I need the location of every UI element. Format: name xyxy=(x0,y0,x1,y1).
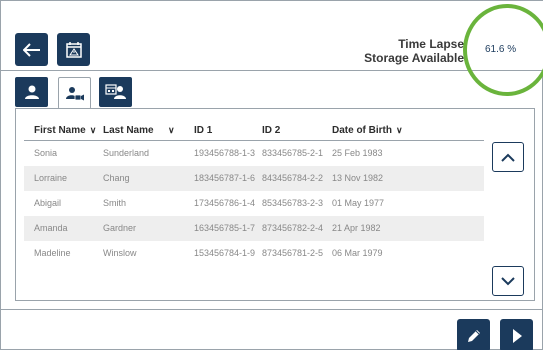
cell-id2: 833456785-2-1 xyxy=(262,148,324,158)
table-row[interactable]: Abigail Smith 173456786-1-4 853456783-2-… xyxy=(24,191,484,216)
app-window: Time Lapse Storage Available 61.6 % Firs… xyxy=(0,0,543,350)
column-header-label: ID 2 xyxy=(262,125,281,136)
cell-date-of-birth: 06 Mar 1979 xyxy=(332,248,383,258)
play-next-icon xyxy=(512,328,522,343)
cell-date-of-birth: 25 Feb 1983 xyxy=(332,148,383,158)
cell-date-of-birth: 13 Nov 1982 xyxy=(332,173,384,183)
tab-person[interactable] xyxy=(15,77,48,107)
header-bar: Time Lapse Storage Available 61.6 % xyxy=(1,1,543,96)
chevron-down-icon: ∨ xyxy=(168,125,175,135)
column-header-id1[interactable]: ID 1 xyxy=(194,125,212,136)
person-camera-icon xyxy=(65,86,84,100)
column-header-label: Date of Birth xyxy=(332,125,392,136)
tab-group-calendar[interactable] xyxy=(99,77,132,107)
scroll-up-button[interactable] xyxy=(492,142,524,172)
cell-first-name: Lorraine xyxy=(34,173,68,183)
edit-button[interactable] xyxy=(457,319,490,350)
patient-table-panel: First Name ∨ Last Name ∨ ID 1 ID 2 Date o… xyxy=(15,108,535,301)
cell-date-of-birth: 01 May 1977 xyxy=(332,198,385,208)
next-button[interactable] xyxy=(500,319,533,350)
group-calendar-icon xyxy=(104,84,126,99)
back-arrow-icon xyxy=(22,42,40,57)
scroll-down-button[interactable] xyxy=(492,266,524,296)
chevron-down-icon xyxy=(501,276,515,285)
cell-first-name: Madeline xyxy=(34,248,71,258)
tab-person-camera[interactable] xyxy=(58,77,91,109)
cell-date-of-birth: 21 Apr 1982 xyxy=(332,223,381,233)
calendar-alert-icon xyxy=(65,41,82,58)
back-button[interactable] xyxy=(15,33,48,66)
cell-last-name: Smith xyxy=(103,198,127,208)
table-row[interactable]: Amanda Gardner 163456785-1-7 873456782-2… xyxy=(24,216,484,241)
table-row[interactable]: Madeline Winslow 153456784-1-9 873456781… xyxy=(24,241,484,266)
cell-id1: 163456785-1-7 xyxy=(194,223,256,233)
last-name-sort-chevron[interactable]: ∨ xyxy=(164,125,175,136)
chevron-down-icon: ∨ xyxy=(396,125,403,135)
person-icon xyxy=(24,85,39,99)
storage-label-line1: Time Lapse xyxy=(398,37,464,51)
calendar-button[interactable] xyxy=(57,33,90,66)
cell-last-name: Winslow xyxy=(103,248,137,258)
cell-last-name: Gardner xyxy=(103,223,137,233)
cell-id2: 853456783-2-3 xyxy=(262,198,324,208)
chevron-up-icon xyxy=(501,153,515,162)
column-header-id2[interactable]: ID 2 xyxy=(262,125,280,136)
table-header: First Name ∨ Last Name ∨ ID 1 ID 2 Date o… xyxy=(24,123,484,141)
cell-id1: 193456788-1-3 xyxy=(194,148,256,158)
column-header-label: ID 1 xyxy=(194,125,213,136)
column-header-label: First Name xyxy=(34,125,86,136)
cell-last-name: Chang xyxy=(103,173,130,183)
column-header-last-name[interactable]: Last Name xyxy=(103,125,154,136)
column-header-label: Last Name xyxy=(103,125,154,136)
cell-first-name: Abigail xyxy=(34,198,62,208)
column-header-date-of-birth[interactable]: Date of Birth ∨ xyxy=(332,125,403,136)
cell-first-name: Amanda xyxy=(34,223,68,233)
cell-id1: 183456787-1-6 xyxy=(194,173,256,183)
cell-id1: 173456786-1-4 xyxy=(194,198,256,208)
cell-first-name: Sonia xyxy=(34,148,58,158)
storage-label-line2: Storage Available xyxy=(364,51,464,65)
cell-id2: 873456781-2-5 xyxy=(262,248,324,258)
footer-divider xyxy=(1,309,543,310)
cell-id2: 873456782-2-4 xyxy=(262,223,324,233)
storage-highlight-ring xyxy=(463,4,543,96)
column-header-first-name[interactable]: First Name ∨ xyxy=(34,125,96,136)
table-row[interactable]: Lorraine Chang 183456787-1-6 843456784-2… xyxy=(24,166,484,191)
chevron-down-icon: ∨ xyxy=(89,125,97,135)
pencil-icon xyxy=(467,329,480,342)
table-row[interactable]: Sonia Sunderland 193456788-1-3 833456785… xyxy=(24,141,484,166)
cell-id2: 843456784-2-2 xyxy=(262,173,324,183)
storage-label: Time Lapse Storage Available xyxy=(364,37,464,65)
cell-last-name: Sunderland xyxy=(103,148,150,158)
cell-id1: 153456784-1-9 xyxy=(194,248,256,258)
